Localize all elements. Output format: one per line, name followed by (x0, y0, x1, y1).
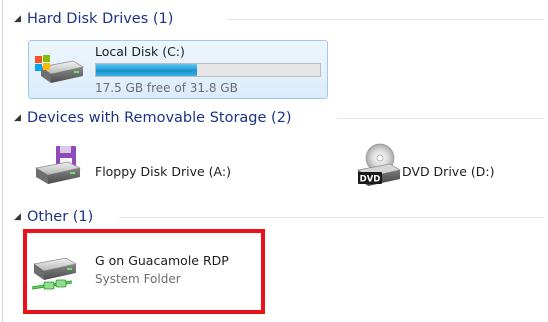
pane-left-border (2, 0, 3, 322)
group-title: Other (1) (27, 209, 94, 225)
group-title: Hard Disk Drives (1) (27, 11, 174, 27)
drive-usage-fill (96, 64, 197, 76)
dvd-drive-icon: DVD (357, 143, 401, 186)
drive-name: Local Disk (C:) (95, 44, 185, 59)
drive-item-dvd-d[interactable]: DVD DVD Drive (D:) (352, 140, 522, 196)
collapse-triangle-icon[interactable]: ◢ (14, 212, 27, 222)
collapse-triangle-icon[interactable]: ◢ (14, 14, 27, 24)
drive-item-local-disk-c[interactable]: Local Disk (C:) 17.5 GB free of 31.8 GB (28, 40, 328, 99)
dvd-logo-text: DVD (360, 175, 381, 185)
drive-usage-bar (95, 63, 321, 77)
group-header-other[interactable]: ◢ Other (1) (14, 206, 544, 228)
group-divider (227, 19, 544, 20)
group-header-hard-disk-drives[interactable]: ◢ Hard Disk Drives (1) (14, 8, 544, 30)
group-divider (337, 118, 544, 119)
drive-name: DVD Drive (D:) (402, 164, 495, 179)
drive-free-space: 17.5 GB free of 31.8 GB (95, 81, 238, 95)
group-title: Devices with Removable Storage (2) (27, 110, 292, 126)
collapse-triangle-icon[interactable]: ◢ (14, 113, 27, 123)
group-header-removable-storage[interactable]: ◢ Devices with Removable Storage (2) (14, 107, 544, 129)
group-divider (119, 217, 544, 218)
drive-item-floppy-a[interactable]: Floppy Disk Drive (A:) (28, 140, 288, 196)
highlight-box (23, 229, 265, 314)
drive-name: Floppy Disk Drive (A:) (95, 164, 231, 179)
floppy-drive-icon (35, 146, 82, 184)
windows-drive-icon (35, 55, 84, 83)
